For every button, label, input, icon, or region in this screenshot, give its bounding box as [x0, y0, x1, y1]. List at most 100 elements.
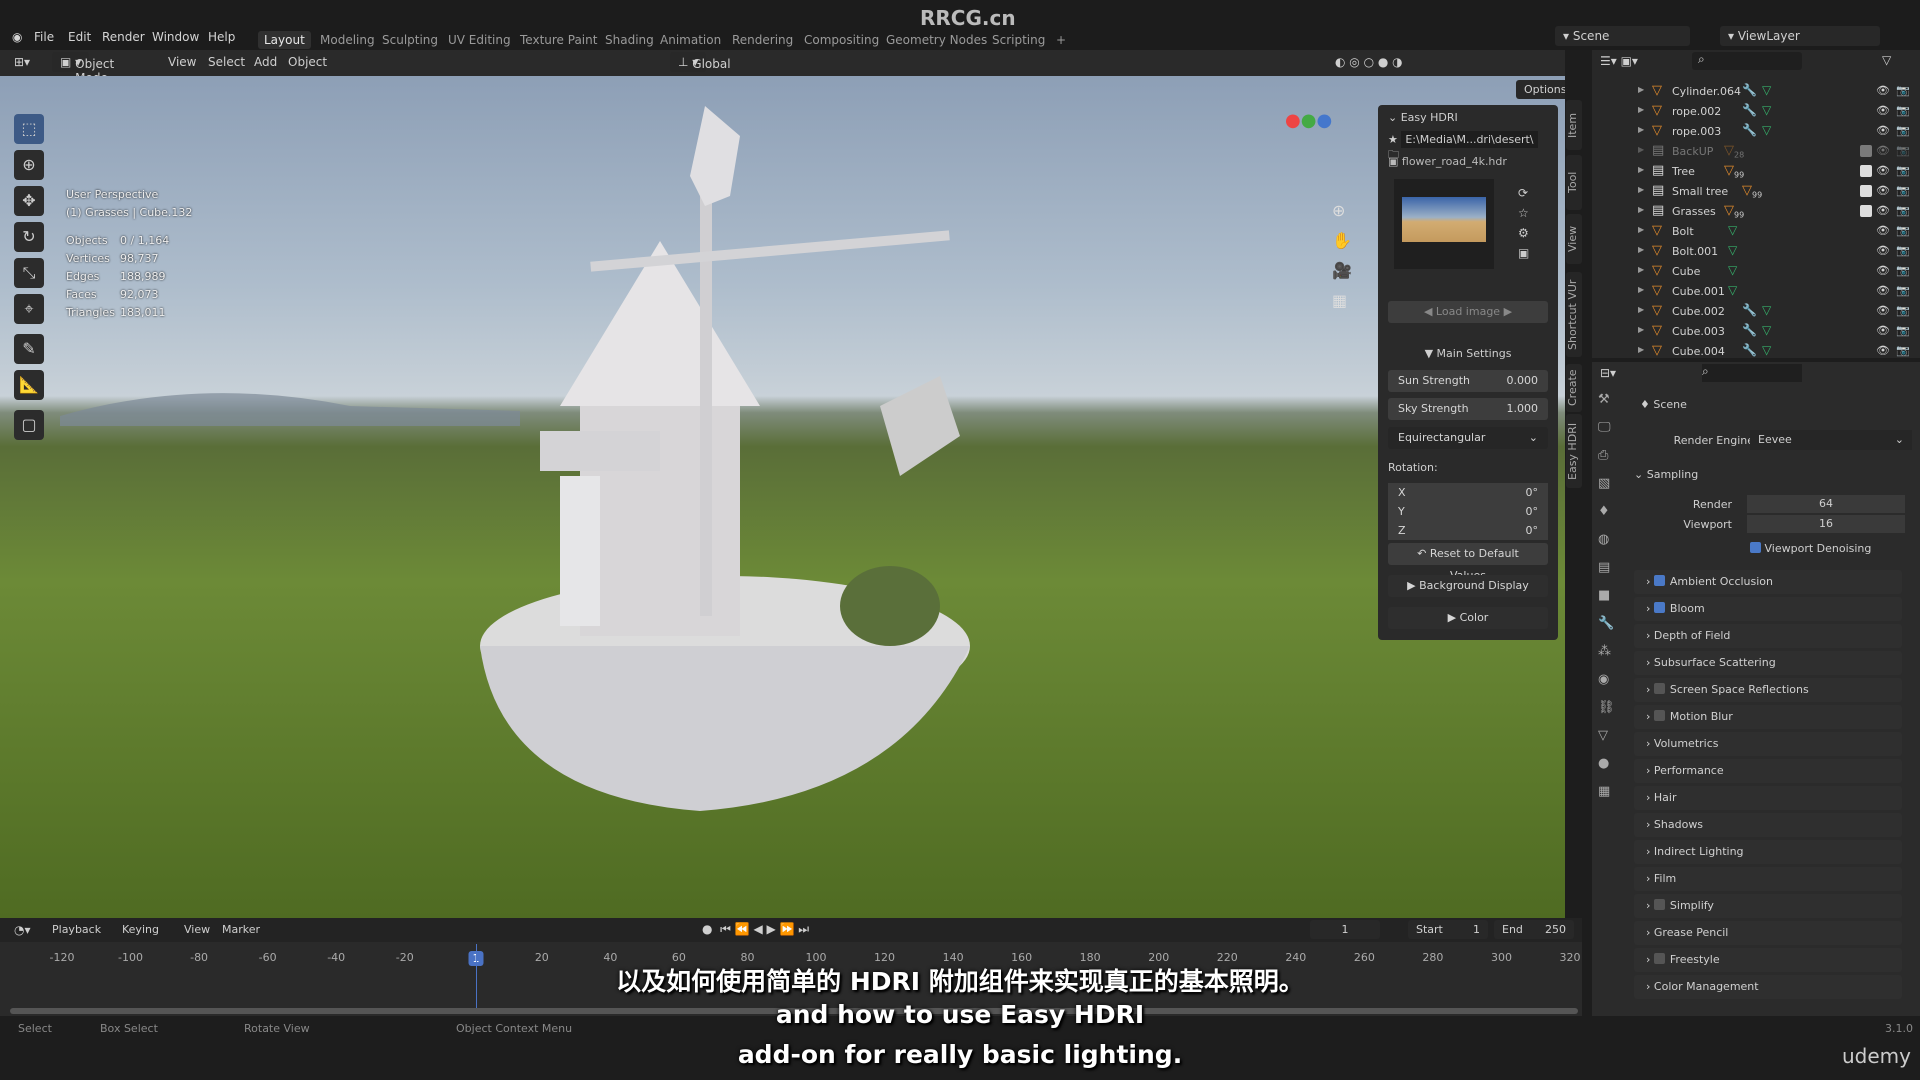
select-tool-icon[interactable]: ⬚	[14, 114, 44, 144]
expand-icon[interactable]: ▶	[1638, 325, 1644, 334]
outliner-item[interactable]: ▶ ▤ Small tree ▽99 👁 📷	[1592, 182, 1920, 202]
menu-playback[interactable]: Playback	[52, 923, 101, 936]
menu-file[interactable]: File	[34, 30, 54, 44]
output-properties-icon[interactable]: ⎙	[1598, 448, 1608, 463]
outliner-item[interactable]: ▶ ▽ rope.003 🔧 ▽ 👁 📷	[1592, 122, 1920, 142]
tab--[interactable]: +	[1050, 31, 1072, 49]
rotation-y-field[interactable]: Y 0°	[1388, 502, 1548, 521]
menu-add[interactable]: Add	[254, 55, 277, 69]
expand-icon[interactable]: ▶	[1638, 125, 1644, 134]
menu-view[interactable]: View	[184, 923, 210, 936]
menu-select[interactable]: Select	[208, 55, 245, 69]
end-frame-field[interactable]: End 250	[1494, 920, 1574, 939]
section-shadows[interactable]: › Shadows	[1634, 813, 1902, 837]
render-camera-icon[interactable]: 📷	[1896, 304, 1910, 317]
outliner-item[interactable]: ▶ ▽ Cylinder.064 🔧 ▽ 👁 📷	[1592, 82, 1920, 102]
view-layer-icon[interactable]: ▧	[1598, 476, 1610, 491]
particles-icon[interactable]: ⁂	[1598, 644, 1611, 659]
blender-logo-icon[interactable]: ◉	[12, 30, 22, 44]
side-tab-create[interactable]: Create	[1566, 364, 1582, 412]
playback-controls[interactable]: ● ⏮ ⏪ ◀ ▶ ⏩ ⏭	[702, 922, 809, 937]
load-image-button[interactable]: ◀ Load image ▶	[1388, 301, 1548, 323]
visibility-eye-icon[interactable]: 👁	[1876, 284, 1890, 297]
visibility-eye-icon[interactable]: 👁	[1876, 244, 1890, 257]
panel-title[interactable]: ⌄ Easy HDRI	[1388, 111, 1548, 124]
section-bloom[interactable]: › Bloom	[1634, 597, 1902, 621]
expand-icon[interactable]: ▶	[1638, 285, 1644, 294]
render-camera-icon[interactable]: 📷	[1896, 104, 1910, 117]
render-camera-icon[interactable]: 📷	[1896, 244, 1910, 257]
visibility-eye-icon[interactable]: 👁	[1876, 184, 1890, 197]
expand-icon[interactable]: ▶	[1638, 345, 1644, 354]
zoom-pan-camera-icons[interactable]: ⊕ ✋ 🎥 ▦	[1332, 196, 1352, 316]
menu-marker[interactable]: Marker	[222, 923, 260, 936]
side-tab-view[interactable]: View	[1566, 214, 1582, 264]
expand-icon[interactable]: ▶	[1638, 185, 1644, 194]
visibility-eye-icon[interactable]: 👁	[1876, 104, 1890, 117]
scale-tool-icon[interactable]: ⤡	[14, 258, 44, 288]
visibility-eye-icon[interactable]: 👁	[1876, 144, 1890, 157]
view-layer-selector[interactable]: ▾ ViewLayer	[1720, 26, 1880, 46]
outliner-item[interactable]: ▶ ▽ Cube.004 🔧 ▽ 👁 📷	[1592, 342, 1920, 362]
tab-compositing[interactable]: Compositing	[798, 31, 885, 49]
scene-selector[interactable]: ▾ Scene	[1555, 26, 1690, 46]
section-film[interactable]: › Film	[1634, 867, 1902, 891]
rotation-x-field[interactable]: X 0°	[1388, 483, 1548, 502]
render-camera-icon[interactable]: 📷	[1896, 324, 1910, 337]
tab-texture-paint[interactable]: Texture Paint	[514, 31, 603, 49]
render-camera-icon[interactable]: 📷	[1896, 164, 1910, 177]
world-properties-icon[interactable]: ◍	[1598, 532, 1609, 547]
outliner-item[interactable]: ▶ ▽ Cube ▽ 👁 📷	[1592, 262, 1920, 282]
scene-properties-icon[interactable]: ♦	[1598, 504, 1610, 519]
visibility-eye-icon[interactable]: 👁	[1876, 84, 1890, 97]
expand-icon[interactable]: ▶	[1638, 225, 1644, 234]
visibility-eye-icon[interactable]: 👁	[1876, 344, 1890, 357]
expand-icon[interactable]: ▶	[1638, 305, 1644, 314]
cursor-tool-icon[interactable]: ⊕	[14, 150, 44, 180]
section-subsurface-scattering[interactable]: › Subsurface Scattering	[1634, 651, 1902, 675]
navigation-gizmo[interactable]: ●●●	[1285, 110, 1332, 131]
current-frame-field[interactable]: 1	[1310, 920, 1380, 939]
section-checkbox[interactable]	[1653, 899, 1665, 910]
color-section[interactable]: ▶ Color	[1388, 607, 1548, 629]
outliner-item[interactable]: ▶ ▽ Cube.002 🔧 ▽ 👁 📷	[1592, 302, 1920, 322]
expand-icon[interactable]: ▶	[1638, 165, 1644, 174]
section-grease-pencil[interactable]: › Grease Pencil	[1634, 921, 1902, 945]
visibility-eye-icon[interactable]: 👁	[1876, 204, 1890, 217]
render-properties-icon[interactable]: 🖵	[1598, 420, 1611, 435]
collection-icon[interactable]: ▤	[1598, 560, 1610, 575]
tool-properties-icon[interactable]: ⚒	[1598, 392, 1610, 407]
physics-icon[interactable]: ◉	[1598, 672, 1609, 687]
measure-tool-icon[interactable]: 📐	[14, 370, 44, 400]
data-icon[interactable]: ▽	[1598, 728, 1608, 743]
visibility-eye-icon[interactable]: 👁	[1876, 224, 1890, 237]
render-engine-dropdown[interactable]: Eevee ⌄	[1750, 430, 1912, 450]
outliner-item[interactable]: ▶ ▤ BackUP ▽28 👁 📷	[1592, 142, 1920, 162]
section-checkbox[interactable]	[1653, 602, 1665, 613]
expand-icon[interactable]: ▶	[1638, 85, 1644, 94]
section-checkbox[interactable]	[1653, 710, 1665, 721]
shading-icons[interactable]: ◐ ◎ ○ ● ◑	[1335, 55, 1403, 69]
tab-rendering[interactable]: Rendering	[726, 31, 799, 49]
sky-strength-field[interactable]: Sky Strength 1.000	[1388, 398, 1548, 420]
section-performance[interactable]: › Performance	[1634, 759, 1902, 783]
render-camera-icon[interactable]: 📷	[1896, 124, 1910, 137]
outliner-item[interactable]: ▶ ▽ Bolt.001 ▽ 👁 📷	[1592, 242, 1920, 262]
display-mode-icon[interactable]: ☰▾ ▣▾	[1600, 54, 1638, 68]
exclude-checkbox[interactable]	[1860, 185, 1872, 197]
section-motion-blur[interactable]: › Motion Blur	[1634, 705, 1902, 729]
section-simplify[interactable]: › Simplify	[1634, 894, 1902, 918]
render-camera-icon[interactable]: 📷	[1896, 144, 1910, 157]
tab-modeling[interactable]: Modeling	[314, 31, 381, 49]
expand-icon[interactable]: ▶	[1638, 245, 1644, 254]
render-samples-field[interactable]: 64	[1747, 495, 1905, 513]
menu-render[interactable]: Render	[102, 30, 145, 44]
move-tool-icon[interactable]: ✥	[14, 186, 44, 216]
hdri-preview[interactable]	[1394, 179, 1494, 269]
outliner-search[interactable]: ⌕	[1692, 52, 1802, 70]
tab-scripting[interactable]: Scripting	[986, 31, 1051, 49]
section-depth-of-field[interactable]: › Depth of Field	[1634, 624, 1902, 648]
rotation-z-field[interactable]: Z 0°	[1388, 521, 1548, 540]
start-frame-field[interactable]: Start 1	[1408, 920, 1488, 939]
render-camera-icon[interactable]: 📷	[1896, 284, 1910, 297]
